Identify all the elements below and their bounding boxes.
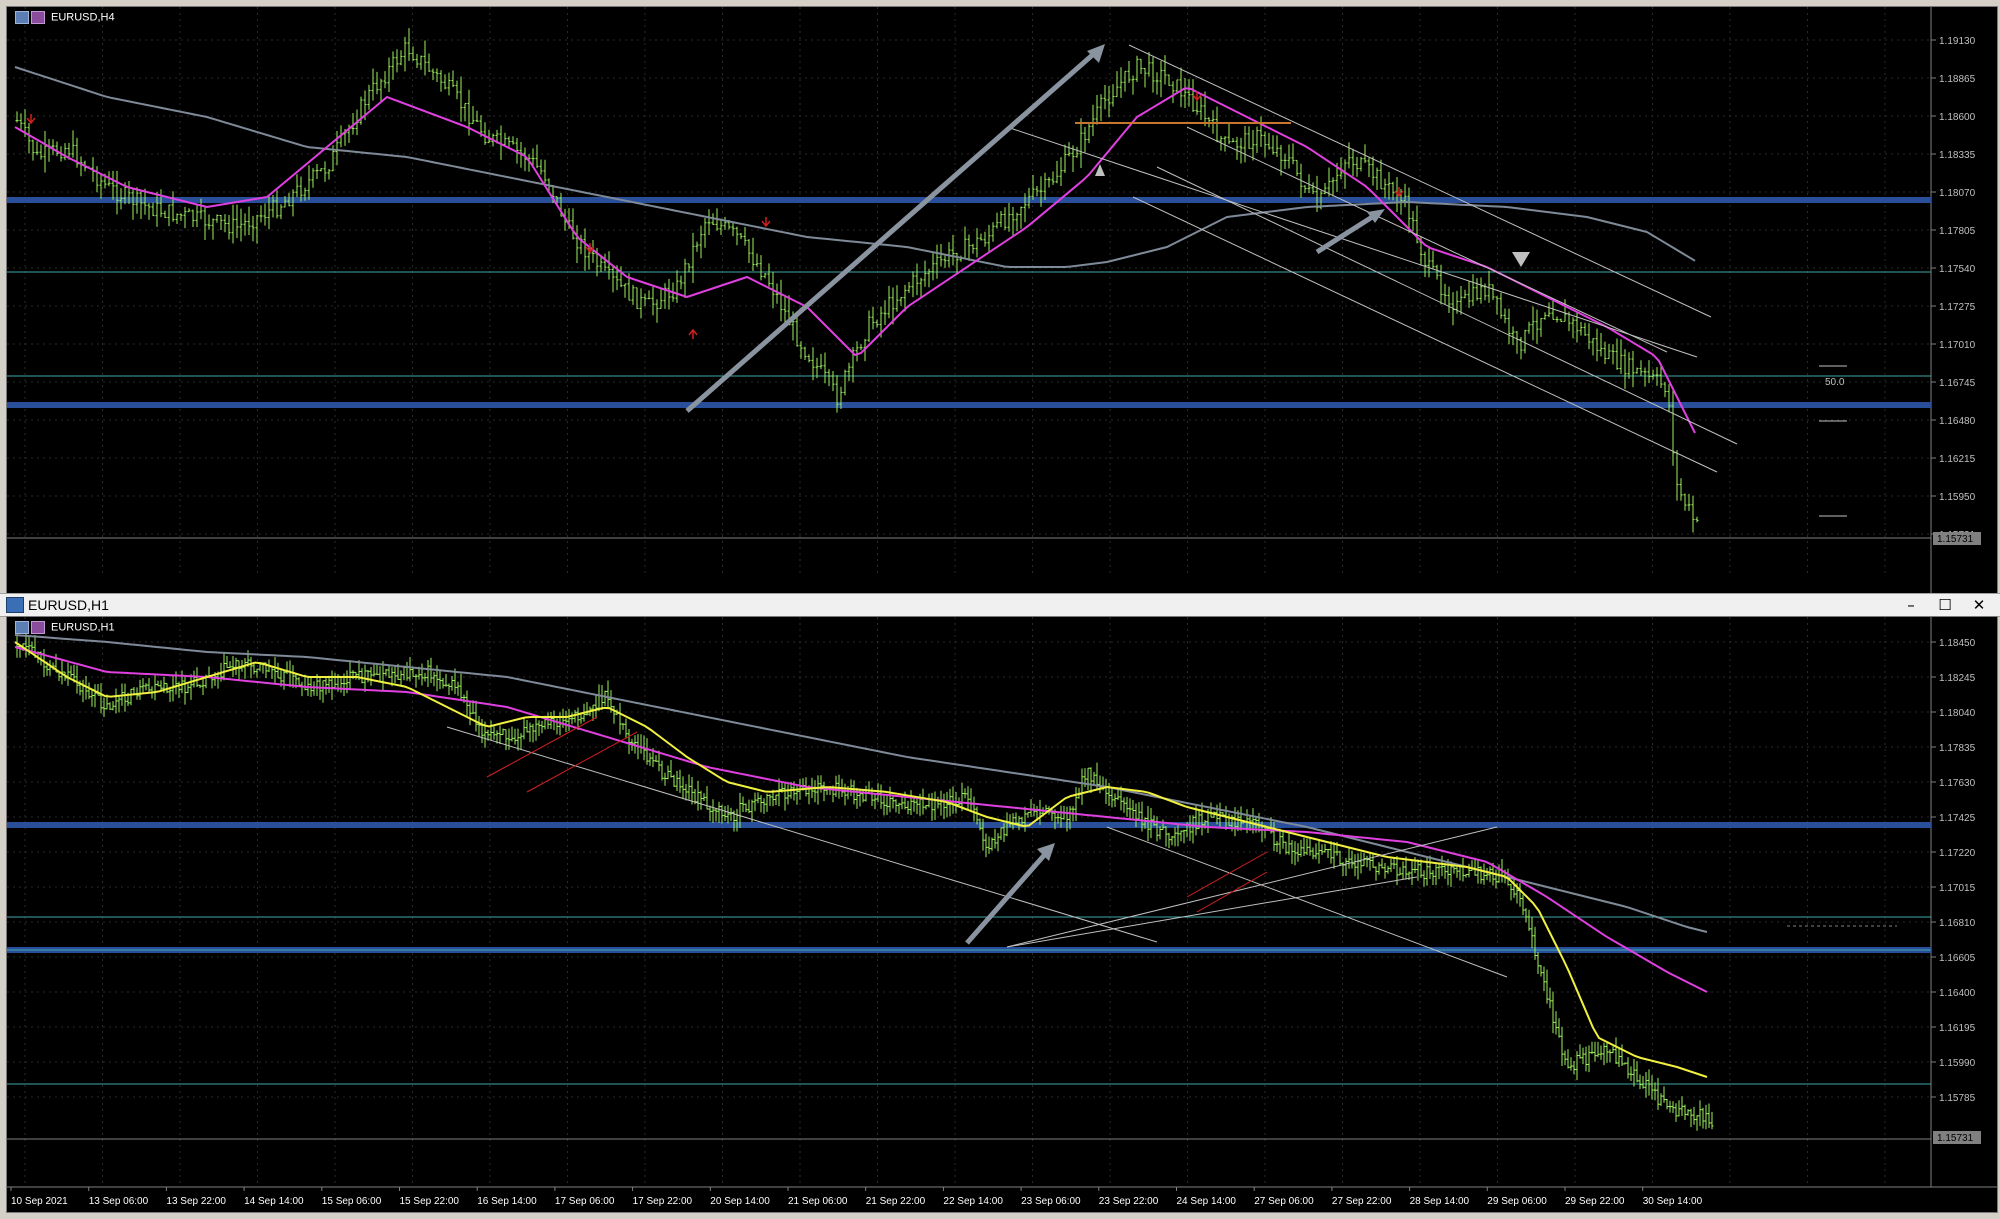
price-tick-label: 1.18335 [1939, 150, 1976, 161]
medium-moving-average [14, 646, 1708, 993]
chart-window-icon [6, 597, 24, 613]
time-tick-label: 17 Sep 06:00 [555, 1196, 615, 1207]
price-tick-label: 1.18040 [1939, 708, 1976, 719]
h1-price-scale: 1.18450 1.18245 1.18040 1.17835 1.17630 1.174… [1931, 638, 1976, 1104]
chart-icon [15, 11, 29, 24]
price-tick-label: 1.17805 [1939, 226, 1976, 237]
price-tick-label: 1.18070 [1939, 188, 1976, 199]
time-tick-label: 29 Sep 06:00 [1487, 1196, 1547, 1207]
price-tick-label: 1.17010 [1939, 340, 1976, 351]
uptrend-arrow[interactable] [685, 49, 1099, 413]
up-arrow-icon [688, 328, 698, 339]
price-tick-label: 1.17015 [1939, 883, 1976, 894]
h4-chart-canvas[interactable]: 50.0 1.191301.188651.186001.183351.18070… [7, 7, 1997, 593]
close-button[interactable]: ✕ [1964, 594, 1994, 616]
time-tick-label: 14 Sep 14:00 [244, 1196, 304, 1207]
price-tick-label: 1.17630 [1939, 778, 1976, 789]
time-tick-label: 23 Sep 06:00 [1021, 1196, 1081, 1207]
price-tick-label: 1.15990 [1939, 1058, 1976, 1069]
uptrend-arrow[interactable] [965, 850, 1049, 945]
trend-line[interactable] [446, 726, 1158, 943]
time-tick-label: 27 Sep 22:00 [1332, 1196, 1392, 1207]
trend-line[interactable] [1006, 876, 1418, 948]
h4-grid [7, 7, 1931, 577]
time-tick-label: 30 Sep 14:00 [1643, 1196, 1703, 1207]
h4-chart-pane[interactable]: EURUSD,H4 50.0 1.19130 1.18865 1.18600 1… [6, 6, 1998, 594]
maximize-button[interactable]: ☐ [1930, 594, 1960, 616]
channel-line[interactable] [1186, 126, 1668, 353]
h4-symbol-label: EURUSD,H4 [15, 11, 115, 24]
h1-chart-pane[interactable]: EURUSD,H1 1.18450 1.18245 1.18040 1.17835 1.… [6, 616, 1998, 1213]
time-tick-label: 16 Sep 14:00 [477, 1196, 537, 1207]
price-tick-label: 1.17835 [1939, 743, 1976, 754]
down-arrow-icon [761, 217, 771, 228]
time-tick-label: 28 Sep 14:00 [1410, 1196, 1470, 1207]
time-tick-label: 17 Sep 22:00 [633, 1196, 693, 1207]
time-tick-label: 15 Sep 22:00 [400, 1196, 460, 1207]
chart-icon [15, 621, 29, 634]
time-tick-label: 10 Sep 2021 [11, 1196, 68, 1207]
time-tick-label: 21 Sep 22:00 [866, 1196, 926, 1207]
minimize-button[interactable]: – [1896, 594, 1926, 616]
price-tick-label: 1.17275 [1939, 302, 1976, 313]
price-tick-label: 1.16745 [1939, 378, 1976, 389]
current-price-label: 1.15731 [1937, 1133, 1974, 1144]
h1-time-scale: 10 Sep 2021 13 Sep 06:00 13 Sep 22:00 14 Se… [10, 1187, 1703, 1207]
time-tick-label: 29 Sep 22:00 [1565, 1196, 1625, 1207]
time-tick-label: 13 Sep 22:00 [166, 1196, 226, 1207]
down-arrow-icon [26, 114, 36, 125]
window-title: EURUSD,H1 [28, 597, 109, 613]
price-tick-label: 1.18600 [1939, 112, 1976, 123]
h1-candles [15, 634, 1714, 1131]
chart-icon [31, 621, 45, 634]
price-tick-label: 1.16195 [1939, 1023, 1976, 1034]
price-tick-label: 1.17220 [1939, 848, 1976, 859]
h1-window-titlebar[interactable]: EURUSD,H1 – ☐ ✕ [0, 593, 2000, 617]
price-tick-label: 1.18865 [1939, 74, 1976, 85]
price-tick-label: 1.16480 [1939, 416, 1976, 427]
price-tick-label: 1.18450 [1939, 638, 1976, 649]
price-tick-label: 1.16215 [1939, 454, 1976, 465]
price-tick-label: 1.15785 [1939, 1093, 1976, 1104]
time-tick-label: 13 Sep 06:00 [89, 1196, 149, 1207]
down-triangle-icon [1512, 252, 1530, 267]
h1-symbol-label: EURUSD,H1 [15, 621, 115, 634]
price-tick-label: 1.18245 [1939, 673, 1976, 684]
fib-label: 50.0 [1825, 377, 1845, 388]
h1-grid [7, 617, 1931, 1187]
price-tick-label: 1.16605 [1939, 953, 1976, 964]
time-tick-label: 23 Sep 22:00 [1099, 1196, 1159, 1207]
price-tick-label: 1.17425 [1939, 813, 1976, 824]
slow-moving-average [14, 66, 1696, 268]
price-tick-label: 1.15950 [1939, 492, 1976, 503]
time-tick-label: 27 Sep 06:00 [1254, 1196, 1314, 1207]
time-tick-label: 15 Sep 06:00 [322, 1196, 382, 1207]
time-tick-label: 20 Sep 14:00 [710, 1196, 770, 1207]
current-price-label: 1.15731 [1937, 534, 1974, 545]
h4-price-scale: 1.19130 1.18865 1.18600 1.18335 1.18070 1.178… [1931, 36, 1976, 541]
time-tick-label: 22 Sep 14:00 [943, 1196, 1003, 1207]
chart-icon [31, 11, 45, 24]
down-arrow-icon [1394, 187, 1404, 198]
price-tick-label: 1.17540 [1939, 264, 1976, 275]
fast-moving-average [14, 641, 1708, 1078]
h1-chart-canvas[interactable]: 1.18450 1.18245 1.18040 1.17835 1.17630 1.174… [7, 617, 1997, 1212]
price-tick-label: 1.16400 [1939, 988, 1976, 999]
h4-candles [15, 28, 1699, 533]
time-tick-label: 24 Sep 14:00 [1177, 1196, 1237, 1207]
price-tick-label: 1.19130 [1939, 36, 1976, 47]
time-tick-label: 21 Sep 06:00 [788, 1196, 848, 1207]
price-tick-label: 1.16810 [1939, 918, 1976, 929]
